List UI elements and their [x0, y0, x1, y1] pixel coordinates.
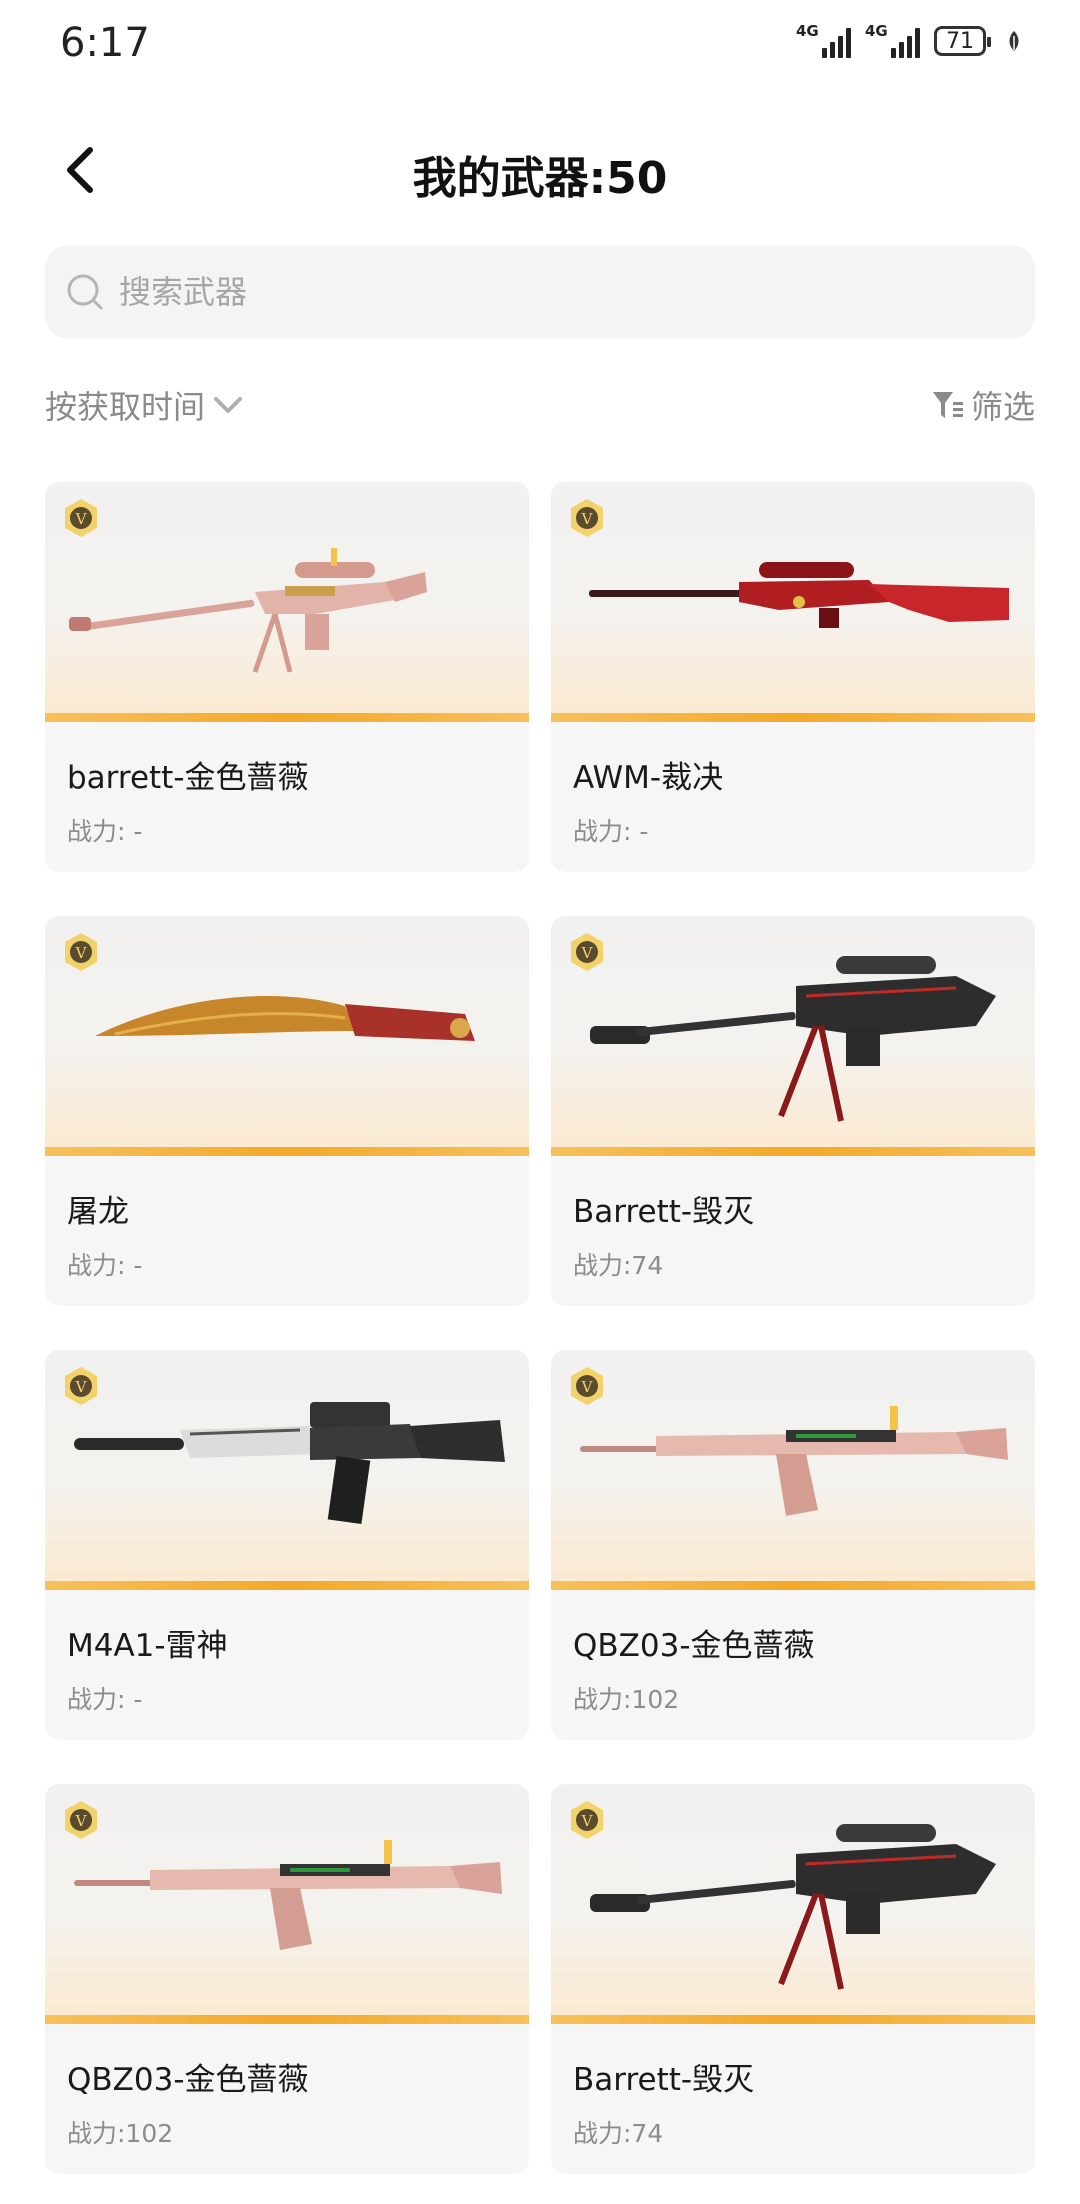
leaf-icon	[1009, 31, 1019, 51]
battery-icon: 71	[934, 26, 991, 56]
weapon-image	[45, 1784, 529, 2024]
search-icon	[67, 274, 103, 310]
search-input[interactable]	[117, 272, 1001, 312]
weapon-grid: barrett-金色蔷薇 战力: - AWM-裁决 战力: - 屠龙 战力: -…	[45, 482, 1035, 2174]
sniper-rifle-pink-icon	[45, 482, 529, 722]
signal-icon: 4G	[796, 24, 851, 58]
weapon-name: AWM-裁决	[573, 760, 724, 796]
rarity-strip	[551, 2015, 1035, 2024]
sniper-rifle-black-icon	[551, 1784, 1035, 2024]
sort-dropdown[interactable]: 按获取时间	[45, 382, 245, 428]
sniper-rifle-red-icon	[589, 562, 1009, 628]
weapon-name: M4A1-雷神	[67, 1628, 228, 1664]
weapon-image	[551, 1784, 1035, 2024]
weapon-image	[45, 482, 529, 722]
weapon-image	[551, 916, 1035, 1156]
machete-knife-icon	[93, 994, 477, 1043]
weapon-name: QBZ03-金色蔷薇	[67, 2062, 309, 2098]
weapon-power: 战力: -	[67, 1251, 143, 1280]
filter-label: 筛选	[970, 388, 1035, 426]
weapon-image	[45, 1350, 529, 1590]
weapon-power: 战力:102	[573, 1685, 680, 1714]
weapon-power: 战力:74	[573, 2119, 664, 2148]
weapon-card[interactable]: AWM-裁决 战力: -	[551, 482, 1035, 872]
assault-rifle-pink-icon	[74, 1840, 502, 1950]
weapon-card[interactable]: 屠龙 战力: -	[45, 916, 529, 1306]
weapon-name: QBZ03-金色蔷薇	[573, 1628, 815, 1664]
filter-button[interactable]: 筛选	[931, 382, 1035, 428]
weapon-card[interactable]: QBZ03-金色蔷薇 战力:102	[45, 1784, 529, 2174]
rarity-strip	[551, 1581, 1035, 1590]
rarity-strip	[45, 2015, 529, 2024]
search-box[interactable]	[45, 246, 1035, 338]
network-type-label-2: 4G	[865, 22, 888, 40]
status-bar: 6:17 4G 4G 71	[0, 0, 1080, 90]
rarity-strip	[45, 1147, 529, 1156]
rarity-strip	[551, 1147, 1035, 1156]
sniper-rifle-black-icon	[551, 916, 1035, 1156]
status-time: 6:17	[60, 20, 150, 66]
weapon-power: 战力:74	[573, 1251, 664, 1280]
weapon-power: 战力: -	[67, 1685, 143, 1714]
weapon-card[interactable]: Barrett-毁灭 战力:74	[551, 916, 1035, 1306]
signal-icon-2: 4G	[865, 24, 920, 58]
rarity-strip	[45, 713, 529, 722]
status-icons: 4G 4G 71	[796, 24, 1022, 58]
header: 我的武器:50	[0, 120, 1080, 220]
weapon-name: 屠龙	[67, 1194, 129, 1230]
weapon-power: 战力: -	[573, 817, 649, 846]
weapon-image	[551, 482, 1035, 722]
filter-icon	[932, 392, 963, 418]
rarity-strip	[551, 713, 1035, 722]
weapon-power: 战力:102	[67, 2119, 174, 2148]
page-title: 我的武器:50	[412, 153, 668, 204]
weapon-card[interactable]: QBZ03-金色蔷薇 战力:102	[551, 1350, 1035, 1740]
weapon-power: 战力: -	[67, 817, 143, 846]
weapon-name: Barrett-毁灭	[573, 2062, 755, 2098]
assault-rifle-black-icon	[72, 1400, 507, 1526]
weapon-name: barrett-金色蔷薇	[67, 760, 309, 796]
chevron-down-icon	[214, 397, 243, 413]
weapon-card[interactable]: Barrett-毁灭 战力:74	[551, 1784, 1035, 2174]
weapon-image	[45, 916, 529, 1156]
battery-level: 71	[946, 28, 974, 54]
sort-label: 按获取时间	[45, 388, 206, 426]
weapon-card[interactable]: M4A1-雷神 战力: -	[45, 1350, 529, 1740]
rarity-strip	[45, 1581, 529, 1590]
weapon-name: Barrett-毁灭	[573, 1194, 755, 1230]
weapon-image	[551, 1350, 1035, 1590]
network-type-label: 4G	[796, 22, 819, 40]
assault-rifle-pink-icon	[580, 1406, 1008, 1516]
weapon-card[interactable]: barrett-金色蔷薇 战力: -	[45, 482, 529, 872]
